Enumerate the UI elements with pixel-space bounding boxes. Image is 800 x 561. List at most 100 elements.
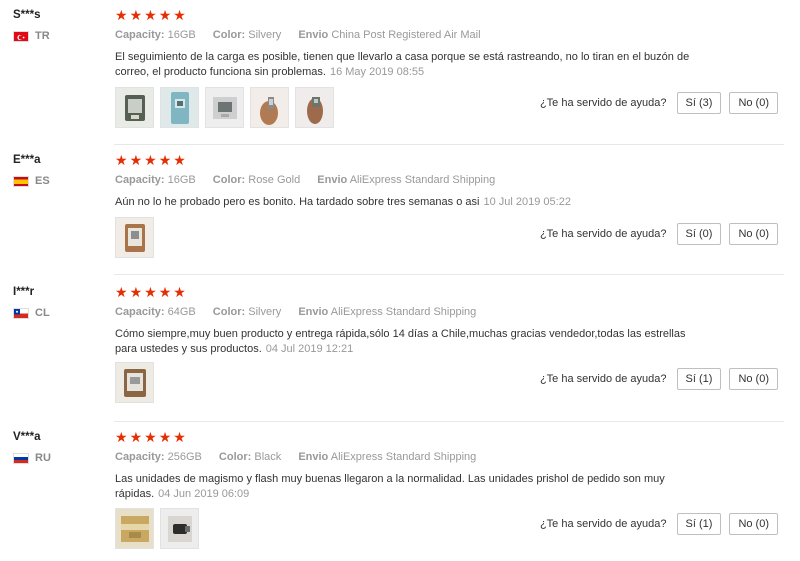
reviewer-name: E***a [13, 154, 41, 166]
review-photos [115, 508, 199, 549]
review-photo-thumbnail[interactable] [205, 87, 244, 128]
reviewer-country: TR [13, 30, 50, 42]
capacity-value: 16GB [167, 174, 196, 186]
country-code: TR [35, 30, 50, 42]
capacity-value: 64GB [167, 306, 196, 318]
shipping-value: AliExpress Standard Shipping [349, 174, 496, 186]
review-photo-thumbnail[interactable] [160, 87, 199, 128]
helpful-label: ¿Te ha servido de ayuda? [539, 373, 667, 385]
star-rating: ★ ★ ★ ★ ★ [115, 430, 186, 444]
review-photo-thumbnail[interactable] [115, 87, 154, 128]
vote-yes-button[interactable]: Sí (3) [676, 92, 722, 114]
helpful-vote: ¿Te ha servido de ayuda? Sí (3) No (0) [540, 92, 778, 114]
review-photo-thumbnail[interactable] [250, 87, 289, 128]
color-label: Color: [212, 29, 246, 41]
star-icon: ★ [115, 152, 128, 168]
capacity-label: Capacity: [115, 29, 165, 41]
star-icon: ★ [129, 152, 143, 168]
review-date: 04 Jul 2019 12:21 [265, 343, 354, 355]
review-photo-thumbnail[interactable] [115, 217, 154, 258]
star-rating: ★ ★ ★ ★ ★ [115, 285, 186, 299]
reviewer-country: ES [13, 175, 50, 187]
shipping-label: Envio [298, 451, 329, 463]
review-item: V***a RU ★ ★ ★ ★ ★ Capacity: 256GB Color: Bl… [0, 422, 800, 561]
shipping-label: Envio [298, 29, 329, 41]
review-photo-thumbnail[interactable] [115, 362, 154, 403]
vote-no-button[interactable]: No (0) [729, 223, 778, 245]
shipping-value: AliExpress Standard Shipping [330, 306, 477, 318]
reviewer-country: RU [13, 452, 51, 464]
color-label: Color: [212, 174, 246, 186]
review-photo-thumbnail[interactable] [115, 508, 154, 549]
shipping-label: Envio [298, 306, 329, 318]
star-icon: ★ [144, 7, 157, 23]
reviewer-name: S***s [13, 9, 41, 21]
color-value: Rose Gold [248, 174, 301, 186]
review-item: S***s TR ★ ★ ★ ★ ★ Capacity: 16GB Color: Sil… [0, 0, 800, 145]
color-value: Black [254, 451, 282, 463]
shipping-value: China Post Registered Air Mail [331, 29, 481, 41]
review-photo-thumbnail[interactable] [295, 87, 334, 128]
chile-flag-icon [13, 307, 29, 319]
star-icon: ★ [158, 284, 172, 300]
helpful-vote: ¿Te ha servido de ayuda? Sí (0) No (0) [540, 223, 778, 245]
review-text: El seguimiento de la carga es posible, t… [115, 51, 690, 78]
review-photos [115, 217, 154, 258]
review-date: 16 May 2019 08:55 [329, 66, 425, 78]
order-properties: Capacity: 64GB Color: Silvery Envio AliE… [115, 306, 490, 318]
country-code: CL [35, 307, 50, 319]
star-icon: ★ [144, 284, 157, 300]
star-rating: ★ ★ ★ ★ ★ [115, 153, 186, 167]
helpful-label: ¿Te ha servido de ayuda? [539, 97, 667, 109]
star-icon: ★ [158, 429, 172, 445]
order-properties: Capacity: 16GB Color: Rose Gold Envio Al… [115, 174, 509, 186]
capacity-value: 256GB [167, 451, 202, 463]
russia-flag-icon [13, 452, 29, 464]
review-item: E***a ES ★ ★ ★ ★ ★ Capacity: 16GB Color: Ros… [0, 145, 800, 275]
shipping-label: Envio [317, 174, 348, 186]
star-icon: ★ [115, 7, 128, 23]
reviewer-country: CL [13, 307, 50, 319]
helpful-label: ¿Te ha servido de ayuda? [539, 518, 667, 530]
color-label: Color: [218, 451, 252, 463]
country-code: ES [35, 175, 50, 187]
review-photo-thumbnail[interactable] [160, 508, 199, 549]
turkey-flag-icon [13, 30, 29, 42]
review-text: Cómo siempre,muy buen producto y entrega… [115, 328, 686, 355]
vote-yes-button[interactable]: Sí (1) [676, 513, 722, 535]
capacity-label: Capacity: [115, 451, 165, 463]
vote-yes-button[interactable]: Sí (0) [676, 223, 722, 245]
capacity-value: 16GB [167, 29, 196, 41]
capacity-label: Capacity: [115, 306, 165, 318]
vote-no-button[interactable]: No (0) [729, 513, 778, 535]
order-properties: Capacity: 16GB Color: Silvery Envio Chin… [115, 29, 495, 41]
star-icon: ★ [158, 7, 172, 23]
star-icon: ★ [115, 284, 128, 300]
star-icon: ★ [144, 429, 157, 445]
color-value: Silvery [248, 306, 282, 318]
vote-yes-button[interactable]: Sí (1) [676, 368, 722, 390]
star-icon: ★ [115, 429, 128, 445]
country-code: RU [35, 452, 51, 464]
reviewer-name: I***r [13, 286, 35, 298]
star-icon: ★ [158, 152, 172, 168]
review-text: Las unidades de magismo y flash muy buen… [115, 473, 665, 500]
helpful-vote: ¿Te ha servido de ayuda? Sí (1) No (0) [540, 513, 778, 535]
order-properties: Capacity: 256GB Color: Black Envio AliEx… [115, 451, 490, 463]
reviewer-name: V***a [13, 431, 41, 443]
review-text: Aún no lo he probado pero es bonito. Ha … [115, 196, 571, 208]
vote-no-button[interactable]: No (0) [729, 368, 778, 390]
star-icon: ★ [173, 284, 186, 300]
color-value: Silvery [248, 29, 282, 41]
helpful-vote: ¿Te ha servido de ayuda? Sí (1) No (0) [540, 368, 778, 390]
review-date: 10 Jul 2019 05:22 [483, 196, 571, 208]
star-icon: ★ [144, 152, 157, 168]
star-icon: ★ [173, 152, 186, 168]
star-icon: ★ [173, 429, 186, 445]
vote-no-button[interactable]: No (0) [729, 92, 778, 114]
review-date: 04 Jun 2019 06:09 [158, 488, 250, 500]
divider [114, 274, 784, 275]
helpful-label: ¿Te ha servido de ayuda? [539, 228, 667, 240]
capacity-label: Capacity: [115, 174, 165, 186]
spain-flag-icon [13, 175, 29, 187]
